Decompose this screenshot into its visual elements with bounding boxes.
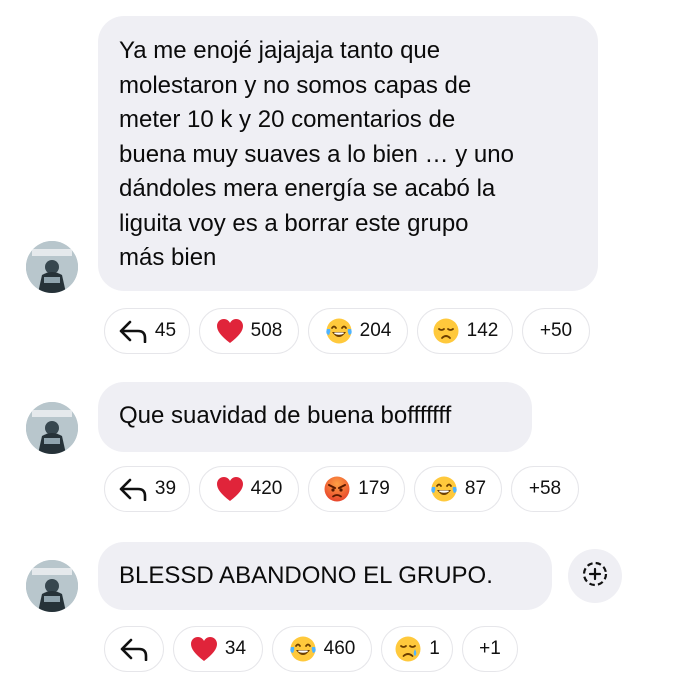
reply-button[interactable]: 45: [104, 308, 190, 354]
comment-text: BLESSD ABANDONO EL GRUPO.: [119, 562, 493, 589]
reaction-heart[interactable]: 420: [199, 466, 299, 512]
avatar[interactable]: [26, 560, 78, 612]
crying-face-emoji-icon: [394, 635, 422, 663]
reaction-count: 142: [466, 320, 499, 341]
sad-face-emoji-icon: [432, 317, 460, 345]
more-reactions-count: +1: [479, 638, 501, 659]
reply-arrow-icon: [118, 477, 148, 501]
reaction-crying[interactable]: 1: [381, 626, 453, 672]
comment-text: Ya me enojé jajajaja tanto que molestaro…: [119, 37, 514, 271]
reply-button[interactable]: 39: [104, 466, 190, 512]
avatar[interactable]: [26, 402, 78, 454]
laughing-tears-emoji-icon: [430, 475, 458, 503]
reply-arrow-icon: [119, 637, 149, 661]
reply-arrow-icon: [118, 319, 148, 343]
more-reactions[interactable]: +58: [511, 466, 579, 512]
reaction-heart[interactable]: 508: [199, 308, 299, 354]
heart-emoji-icon: [216, 476, 244, 502]
reaction-count: 460: [323, 638, 356, 659]
reaction-heart[interactable]: 34: [173, 626, 263, 672]
reaction-count: 179: [358, 478, 390, 499]
reaction-laugh[interactable]: 87: [414, 466, 502, 512]
reaction-count: 87: [464, 478, 487, 499]
reaction-laugh[interactable]: 460: [272, 626, 372, 672]
reaction-count: 508: [250, 320, 283, 341]
reaction-count: 204: [359, 320, 392, 341]
reaction-row: 45 508 204 142 +50: [104, 308, 599, 354]
reaction-sad[interactable]: 142: [417, 308, 513, 354]
comment-text: Que suavidad de buena bofffffff: [119, 402, 452, 429]
more-reactions[interactable]: +1: [462, 626, 518, 672]
comment-bubble: BLESSD ABANDONO EL GRUPO.: [98, 542, 552, 610]
reaction-angry[interactable]: 179: [308, 466, 405, 512]
reaction-count: 420: [250, 478, 283, 499]
add-reaction-icon: [581, 560, 609, 593]
more-reactions-count: +50: [539, 320, 573, 341]
laughing-tears-emoji-icon: [325, 317, 353, 345]
more-reactions[interactable]: +50: [522, 308, 590, 354]
avatar[interactable]: [26, 241, 78, 293]
reaction-count: 34: [224, 638, 247, 659]
reply-count: 45: [154, 320, 177, 341]
angry-face-emoji-icon: [323, 475, 351, 503]
reaction-count: 1: [429, 638, 440, 659]
add-reaction-button[interactable]: [568, 549, 622, 603]
more-reactions-count: +58: [528, 478, 562, 499]
heart-emoji-icon: [190, 636, 218, 662]
comment-bubble: Que suavidad de buena bofffffff: [98, 382, 532, 452]
laughing-tears-emoji-icon: [289, 635, 317, 663]
heart-emoji-icon: [216, 318, 244, 344]
reply-button[interactable]: [104, 626, 164, 672]
comment-bubble: Ya me enojé jajajaja tanto que molestaro…: [98, 16, 598, 291]
reply-count: 39: [154, 478, 177, 499]
reaction-laugh[interactable]: 204: [308, 308, 408, 354]
reaction-row: 34 460 1 +1: [104, 626, 527, 672]
reaction-row: 39 420 179 87 +58: [104, 466, 588, 512]
